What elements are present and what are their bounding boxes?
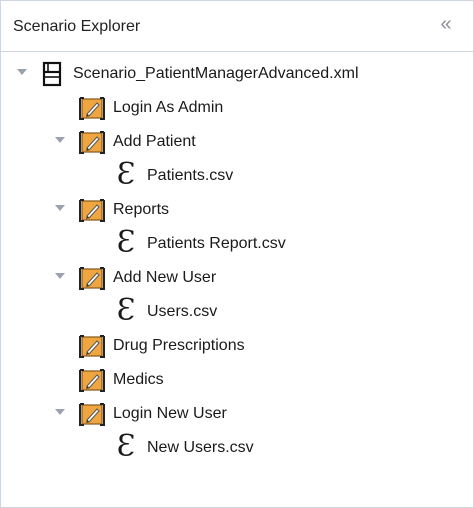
- tree-node-label: Add New User: [113, 269, 217, 286]
- tree-node-test[interactable]: Reports: [1, 193, 473, 227]
- test-case-icon: [79, 403, 105, 426]
- expand-arrow-icon[interactable]: [55, 137, 65, 143]
- collapse-panel-icon[interactable]: «: [435, 14, 457, 36]
- panel-title: Scenario Explorer: [13, 18, 141, 35]
- tree-node-root[interactable]: Scenario_PatientManagerAdvanced.xml: [1, 57, 473, 91]
- tree-node-test[interactable]: Login New User: [1, 397, 473, 431]
- tree-node-test[interactable]: Drug Prescriptions: [1, 329, 473, 363]
- expand-arrow-icon[interactable]: [55, 273, 65, 279]
- tree-node-label: Login As Admin: [113, 99, 224, 116]
- datasource-icon: Ɛ: [116, 157, 136, 192]
- test-case-icon: [79, 199, 105, 222]
- test-case-icon: [79, 369, 105, 392]
- tree-node-label: Users.csv: [147, 303, 218, 320]
- expand-arrow-icon[interactable]: [55, 409, 65, 415]
- tree-node-datasource[interactable]: Ɛ Patients.csv: [1, 159, 473, 193]
- datasource-icon: Ɛ: [116, 225, 136, 260]
- test-case-icon: [79, 131, 105, 154]
- panel-header: Scenario Explorer «: [1, 1, 473, 52]
- tree-node-datasource[interactable]: Ɛ Users.csv: [1, 295, 473, 329]
- tree-node-test[interactable]: Add Patient: [1, 125, 473, 159]
- test-case-icon: [79, 97, 105, 120]
- test-case-icon: [79, 335, 105, 358]
- tree-node-label: Patients.csv: [147, 167, 234, 184]
- tree-node-label: Add Patient: [113, 133, 196, 150]
- document-icon: [42, 61, 62, 87]
- datasource-icon: Ɛ: [116, 293, 136, 328]
- tree-node-label: New Users.csv: [147, 439, 254, 456]
- tree-node-datasource[interactable]: Ɛ New Users.csv: [1, 431, 473, 465]
- datasource-icon: Ɛ: [116, 429, 136, 464]
- scenario-tree: Scenario_PatientManagerAdvanced.xml Logi…: [1, 51, 473, 507]
- tree-node-label: Patients Report.csv: [147, 235, 286, 252]
- tree-node-test[interactable]: Add New User: [1, 261, 473, 295]
- tree-node-test[interactable]: Login As Admin: [1, 91, 473, 125]
- tree-node-datasource[interactable]: Ɛ Patients Report.csv: [1, 227, 473, 261]
- scenario-explorer-panel: Scenario Explorer « Scenario_PatientMana…: [0, 0, 474, 508]
- expand-arrow-icon[interactable]: [17, 69, 27, 75]
- tree-node-label: Medics: [113, 371, 164, 388]
- tree-node-label: Login New User: [113, 405, 227, 422]
- tree-node-label: Scenario_PatientManagerAdvanced.xml: [73, 65, 359, 82]
- test-case-icon: [79, 267, 105, 290]
- tree-node-label: Drug Prescriptions: [113, 337, 245, 354]
- tree-node-label: Reports: [113, 201, 170, 218]
- tree-node-test[interactable]: Medics: [1, 363, 473, 397]
- expand-arrow-icon[interactable]: [55, 205, 65, 211]
